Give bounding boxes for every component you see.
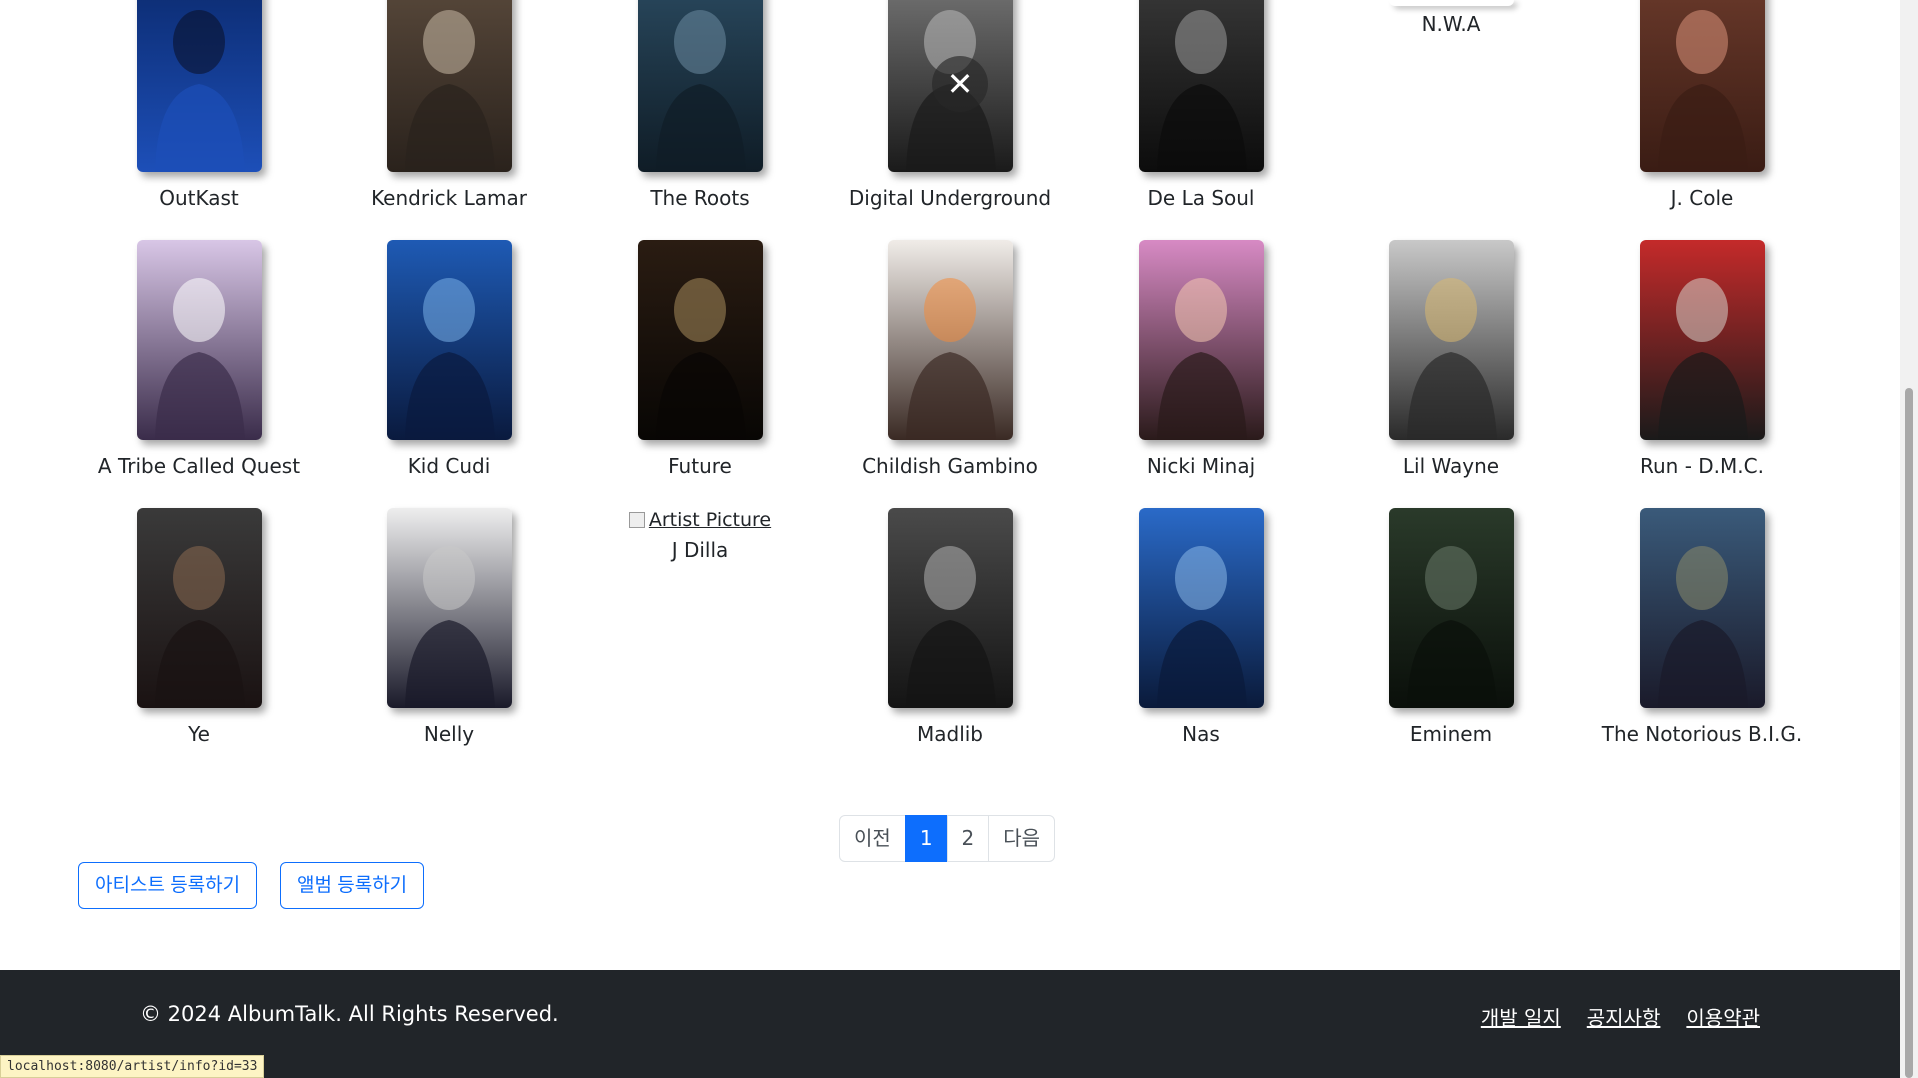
artist-photo[interactable] — [1388, 240, 1514, 440]
artist-name[interactable]: De La Soul — [1076, 186, 1326, 210]
artist-card[interactable]: N.W.A — [1326, 0, 1576, 36]
artist-name[interactable]: Kendrick Lamar — [324, 186, 574, 210]
artist-card[interactable]: A Tribe Called Quest — [74, 240, 324, 478]
artist-photo[interactable] — [637, 0, 763, 172]
artist-card[interactable]: Artist Picture J Dilla — [575, 508, 825, 562]
broken-image-icon — [628, 512, 645, 528]
copyright-text: © 2024 AlbumTalk. All Rights Reserved. — [140, 1002, 559, 1026]
artist-photo[interactable] — [1138, 0, 1264, 172]
artist-name[interactable]: Nicki Minaj — [1076, 454, 1326, 478]
artist-photo[interactable] — [1388, 508, 1514, 708]
footer-link-dev-log[interactable]: 개발 일지 — [1481, 1002, 1561, 1031]
artist-photo[interactable] — [637, 240, 763, 440]
register-album-button[interactable]: 앨범 등록하기 — [280, 862, 425, 909]
artist-name[interactable]: OutKast — [74, 186, 324, 210]
artist-name[interactable]: A Tribe Called Quest — [74, 454, 324, 478]
artist-card[interactable]: Ye — [74, 508, 324, 746]
footer-link-terms[interactable]: 이용약관 — [1686, 1002, 1760, 1031]
artist-card[interactable]: OutKast — [74, 0, 324, 210]
artist-card[interactable]: Run - D.M.C. — [1577, 240, 1827, 478]
scrollbar-thumb[interactable] — [1905, 388, 1913, 1078]
artist-card[interactable]: Future — [575, 240, 825, 478]
page: OutKast Kendrick Lamar The Roots Digital Un… — [0, 0, 1900, 1078]
artist-name[interactable]: The Roots — [575, 186, 825, 210]
footer: © 2024 AlbumTalk. All Rights Reserved. 개… — [0, 970, 1900, 1078]
artist-photo[interactable] — [136, 0, 262, 172]
close-icon[interactable]: ✕ — [932, 56, 988, 112]
artist-name[interactable]: The Notorious B.I.G. — [1577, 722, 1827, 746]
artist-photo[interactable] — [1138, 240, 1264, 440]
page-scrollbar[interactable] — [1900, 0, 1918, 1078]
artist-photo[interactable] — [887, 240, 1013, 440]
artist-name[interactable]: Lil Wayne — [1326, 454, 1576, 478]
artist-name[interactable]: N.W.A — [1326, 12, 1576, 36]
artist-photo[interactable] — [1388, 0, 1514, 6]
artist-photo[interactable] — [136, 508, 262, 708]
artist-card[interactable]: Kid Cudi — [324, 240, 574, 478]
footer-links: 개발 일지 공지사항 이용약관 — [1481, 1002, 1760, 1031]
artist-photo[interactable] — [1639, 508, 1765, 708]
artist-name[interactable]: Future — [575, 454, 825, 478]
artist-photo[interactable] — [386, 0, 512, 172]
artist-name[interactable]: J Dilla — [575, 538, 825, 562]
artist-name[interactable]: J. Cole — [1577, 186, 1827, 210]
artist-card[interactable]: J. Cole — [1577, 0, 1827, 210]
artist-photo[interactable] — [1138, 508, 1264, 708]
artist-picture-broken[interactable]: Artist Picture — [628, 508, 772, 532]
status-bar-url: localhost:8080/artist/info?id=33 — [0, 1055, 265, 1078]
artist-card[interactable]: Nicki Minaj — [1076, 240, 1326, 478]
artist-picture-alt: Artist Picture — [648, 509, 772, 531]
artist-photo[interactable] — [887, 508, 1013, 708]
pagination: 이전 1 2 다음 — [839, 815, 1056, 862]
footer-link-notice[interactable]: 공지사항 — [1587, 1002, 1661, 1031]
artist-name[interactable]: Digital Underground — [825, 186, 1075, 210]
artist-card[interactable]: Nas — [1076, 508, 1326, 746]
artist-card[interactable]: Nelly — [324, 508, 574, 746]
artist-name[interactable]: Ye — [74, 722, 324, 746]
artist-card[interactable]: The Notorious B.I.G. — [1577, 508, 1827, 746]
artist-name[interactable]: Run - D.M.C. — [1577, 454, 1827, 478]
artist-card[interactable]: Kendrick Lamar — [324, 0, 574, 210]
artist-card[interactable]: Lil Wayne — [1326, 240, 1576, 478]
artist-name[interactable]: Eminem — [1326, 722, 1576, 746]
artist-photo[interactable] — [1639, 0, 1765, 172]
pagination-page-1[interactable]: 1 — [904, 815, 948, 862]
artist-card[interactable]: Eminem — [1326, 508, 1576, 746]
pagination-next[interactable]: 다음 — [988, 815, 1056, 862]
artist-name[interactable]: Kid Cudi — [324, 454, 574, 478]
artist-card[interactable]: Madlib — [825, 508, 1075, 746]
artist-photo[interactable] — [136, 240, 262, 440]
register-artist-button[interactable]: 아티스트 등록하기 — [78, 862, 258, 909]
pagination-prev[interactable]: 이전 — [839, 815, 906, 862]
artist-name[interactable]: Madlib — [825, 722, 1075, 746]
artist-name[interactable]: Nas — [1076, 722, 1326, 746]
artist-card[interactable]: The Roots — [575, 0, 825, 210]
pagination-page-2[interactable]: 2 — [946, 815, 990, 862]
artist-photo[interactable] — [386, 508, 512, 708]
artist-photo[interactable] — [1639, 240, 1765, 440]
artist-name[interactable]: Childish Gambino — [825, 454, 1075, 478]
artist-photo[interactable] — [386, 240, 512, 440]
artist-name[interactable]: Nelly — [324, 722, 574, 746]
artist-card[interactable]: Childish Gambino — [825, 240, 1075, 478]
artist-card[interactable]: De La Soul — [1076, 0, 1326, 210]
